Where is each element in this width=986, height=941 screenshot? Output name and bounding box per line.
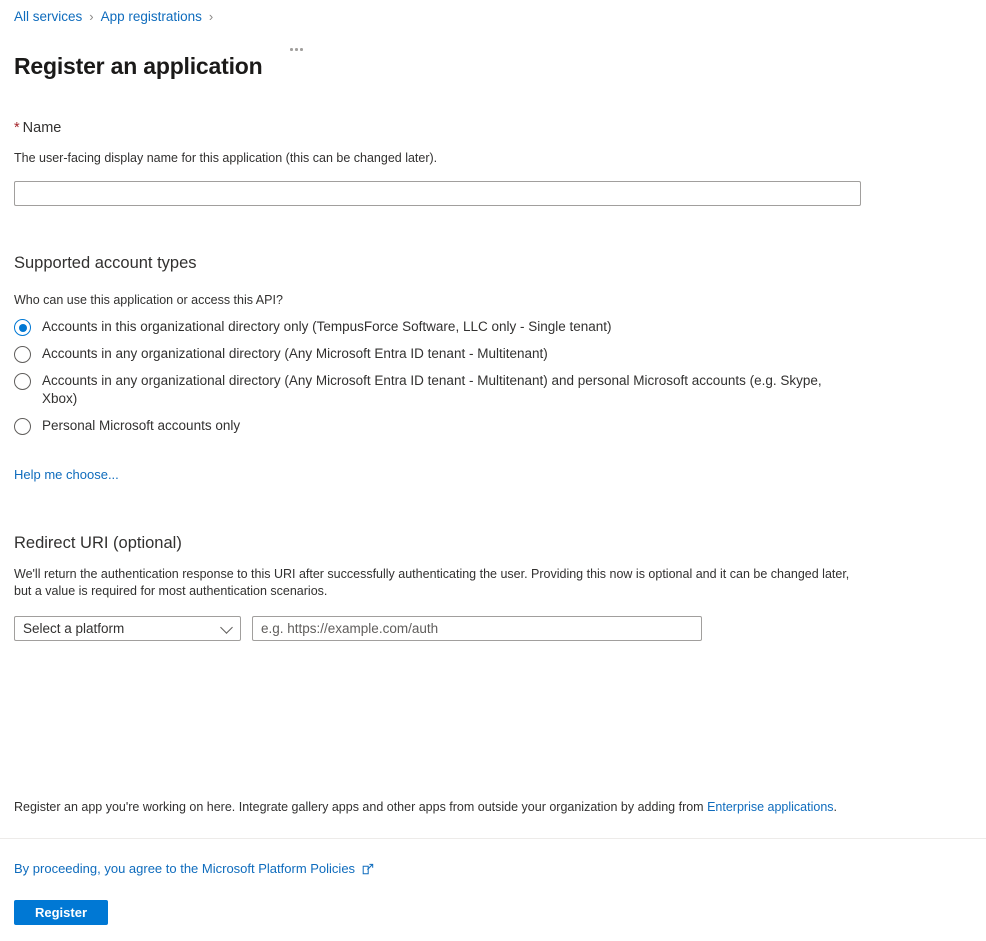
ellipsis-dot xyxy=(295,48,298,51)
page-title: Register an application xyxy=(14,53,263,80)
name-help-text: The user-facing display name for this ap… xyxy=(14,151,438,165)
radio-option-personal-only[interactable]: Personal Microsoft accounts only xyxy=(14,417,914,435)
register-button[interactable]: Register xyxy=(14,900,108,925)
help-me-choose-link[interactable]: Help me choose... xyxy=(14,466,119,484)
footer-note: Register an app you're working on here. … xyxy=(14,799,964,816)
radio-option-label: Personal Microsoft accounts only xyxy=(42,418,241,433)
radio-mark-icon xyxy=(14,346,31,363)
radio-mark-icon xyxy=(14,373,31,390)
ellipsis-dot xyxy=(300,48,303,51)
redirect-uri-row: Select a platform xyxy=(14,616,702,641)
radio-option-label: Accounts in any organizational directory… xyxy=(42,373,822,406)
breadcrumb-separator-icon: › xyxy=(208,9,214,24)
platform-select[interactable]: Select a platform xyxy=(14,616,241,641)
breadcrumb-separator-icon: › xyxy=(89,9,94,24)
external-link-icon xyxy=(362,863,374,875)
more-options-icon[interactable] xyxy=(286,42,307,57)
radio-option-multitenant-and-personal[interactable]: Accounts in any organizational directory… xyxy=(14,372,914,408)
chevron-down-icon xyxy=(220,620,233,634)
radio-option-label: Accounts in this organizational director… xyxy=(42,319,612,334)
supported-account-types-question: Who can use this application or access t… xyxy=(14,293,283,307)
enterprise-applications-link[interactable]: Enterprise applications xyxy=(707,800,833,814)
name-label: * Name xyxy=(14,118,61,138)
radio-option-label: Accounts in any organizational directory… xyxy=(42,346,548,361)
radio-option-single-tenant[interactable]: Accounts in this organizational director… xyxy=(14,318,914,336)
footer-note-text-before: Register an app you're working on here. … xyxy=(14,800,708,814)
platform-policies-link[interactable]: By proceeding, you agree to the Microsof… xyxy=(14,860,374,878)
platform-select-value: Select a platform xyxy=(23,621,125,636)
redirect-uri-description: We'll return the authentication response… xyxy=(14,567,850,598)
page-header: Register an application xyxy=(14,36,307,97)
radio-option-multitenant[interactable]: Accounts in any organizational directory… xyxy=(14,345,914,363)
required-asterisk: * xyxy=(14,120,20,136)
register-application-page: All services › App registrations › Regis… xyxy=(0,0,986,941)
breadcrumb-item-all-services[interactable]: All services xyxy=(14,8,82,26)
ellipsis-dot xyxy=(290,48,293,51)
name-label-text: Name xyxy=(22,120,62,136)
radio-mark-icon xyxy=(14,418,31,435)
footer-divider xyxy=(0,838,986,839)
breadcrumb-item-app-registrations[interactable]: App registrations xyxy=(101,8,202,26)
supported-account-types-radio-group: Accounts in this organizational director… xyxy=(14,318,914,444)
platform-policies-label: By proceeding, you agree to the Microsof… xyxy=(14,861,356,876)
name-input[interactable] xyxy=(14,181,861,206)
radio-mark-icon xyxy=(14,319,31,336)
supported-account-types-heading: Supported account types xyxy=(14,254,197,272)
redirect-uri-heading: Redirect URI (optional) xyxy=(14,534,182,552)
footer-note-text-after: . xyxy=(833,800,838,814)
redirect-uri-input[interactable] xyxy=(252,616,702,641)
breadcrumb: All services › App registrations › xyxy=(14,8,220,26)
